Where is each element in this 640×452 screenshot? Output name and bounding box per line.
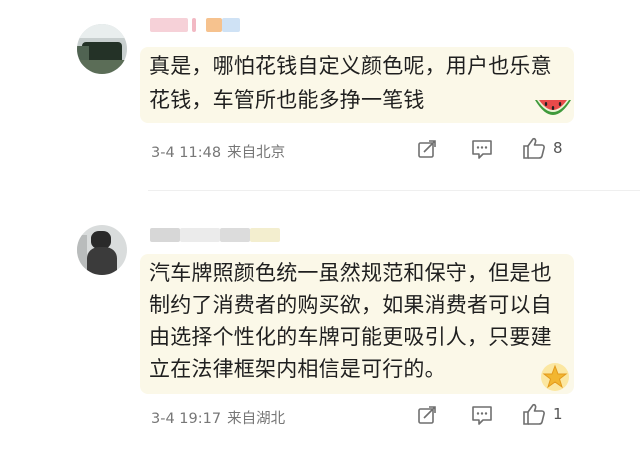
avatar[interactable] [77,225,127,275]
reply-icon[interactable] [471,405,493,425]
like-count: 8 [553,139,563,157]
gold-badge-icon [541,363,569,391]
comment-text-line: 由选择个性化的车牌可能更吸引人，只要建 [149,325,552,349]
share-icon[interactable] [417,405,437,425]
location: 来自北京 [227,145,286,161]
avatar[interactable] [77,24,127,74]
timestamp: 3-4 11:48 [151,145,222,161]
comment-text-line: 制约了消费者的购买欲，如果消费者可以自 [149,293,552,317]
watermelon-icon [535,100,571,115]
comment-text-line: 汽车牌照颜色统一虽然规范和保守，但是也 [149,261,552,285]
username-blurred[interactable] [150,18,240,36]
comment-text-line: 真是，哪怕花钱自定义颜色呢，用户也乐意 [149,54,552,78]
comment-meta: 3-4 19:17 来自湖北 [151,407,291,428]
location: 来自湖北 [227,411,286,427]
like-icon[interactable] [522,137,546,159]
share-icon[interactable] [417,139,437,159]
username-blurred[interactable] [150,228,290,246]
comment-meta: 3-4 11:48 来自北京 [151,141,291,162]
comment-list: 真是，哪怕花钱自定义颜色呢，用户也乐意 花钱，车管所也能多挣一笔钱 3-4 11… [0,0,640,452]
like-icon[interactable] [522,403,546,425]
comment-text-line: 立在法律框架内相信是可行的。 [149,357,446,381]
reply-icon[interactable] [471,139,493,159]
divider [148,190,640,191]
comment-text-line: 花钱，车管所也能多挣一笔钱 [149,88,425,112]
like-count: 1 [553,405,563,423]
timestamp: 3-4 19:17 [151,411,222,427]
